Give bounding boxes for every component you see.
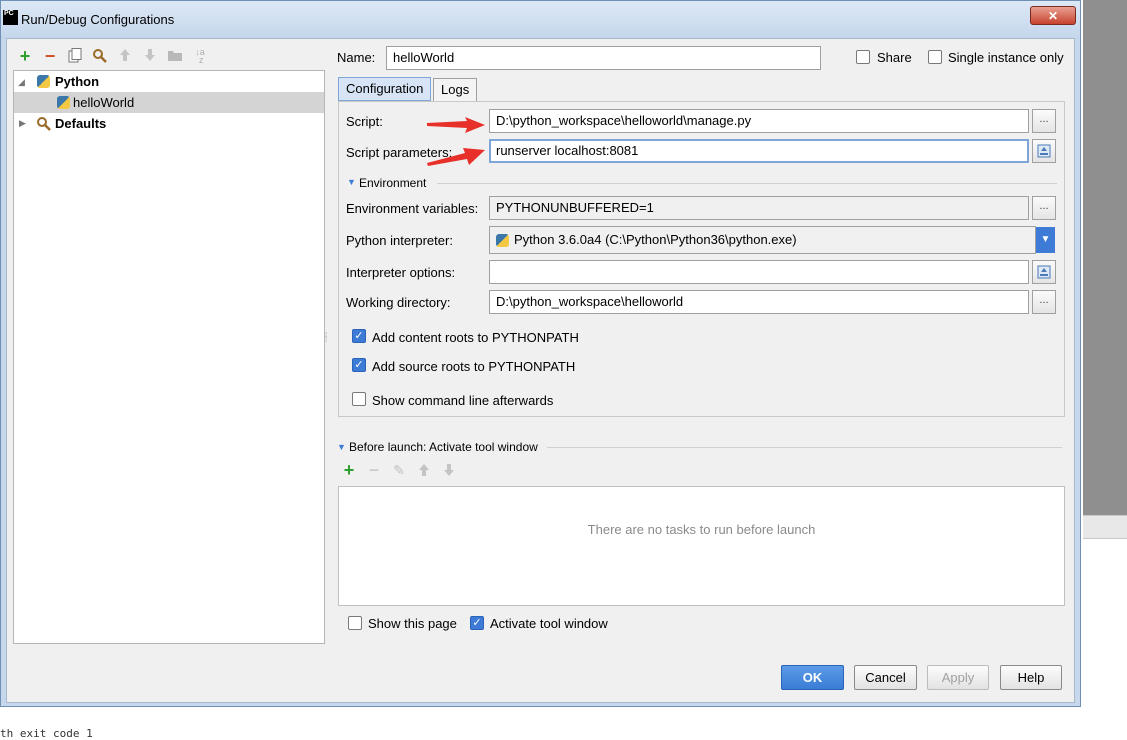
annotation-arrow-icon	[427, 117, 485, 133]
python-interpreter-select[interactable]: Python 3.6.0a4 (C:\Python\Python36\pytho…	[489, 226, 1036, 254]
background-strip	[1083, 515, 1127, 539]
wrench-icon	[36, 116, 51, 137]
tab-configuration[interactable]: Configuration	[338, 77, 432, 101]
script-input[interactable]: D:\python_workspace\helloworld\manage.py	[489, 109, 1029, 133]
tree-item-label: Defaults	[55, 116, 107, 131]
chevron-down-icon[interactable]: ▼	[1036, 227, 1055, 253]
python-icon	[496, 234, 509, 247]
settings-icon[interactable]	[92, 48, 108, 64]
activate-tool-window-checkbox[interactable]: ✓	[470, 616, 484, 630]
section-divider	[437, 183, 1057, 184]
window-title: Run/Debug Configurations	[21, 12, 175, 27]
annotation-arrow-icon	[427, 148, 485, 166]
show-command-line-label: Show command line afterwards	[372, 393, 554, 408]
before-launch-task-list[interactable]: There are no tasks to run before launch	[338, 486, 1065, 606]
section-divider	[547, 447, 1062, 448]
sort-icon[interactable]: ↓a z	[192, 48, 208, 65]
background-window	[1083, 0, 1127, 515]
python-interpreter-value: Python 3.6.0a4 (C:\Python\Python36\pytho…	[514, 232, 797, 247]
expand-icon	[1037, 144, 1051, 158]
move-up-icon[interactable]	[117, 48, 133, 64]
script-parameters-input[interactable]: runserver localhost:8081	[489, 139, 1029, 163]
expand-params-button[interactable]	[1032, 139, 1056, 163]
working-directory-label: Working directory:	[346, 295, 451, 310]
name-input[interactable]: helloWorld	[386, 46, 821, 70]
show-this-page-label: Show this page	[368, 616, 457, 631]
add-icon[interactable]: +	[17, 47, 33, 65]
tree-item-helloworld[interactable]: helloWorld	[14, 92, 324, 113]
configuration-tree[interactable]: ◢ Python helloWorld ▶ Defaults	[13, 70, 325, 644]
move-down-icon[interactable]	[142, 48, 158, 64]
tree-item-defaults[interactable]: ▶ Defaults	[14, 113, 324, 134]
activate-tool-window-label: Activate tool window	[490, 616, 608, 631]
workdir-browse-button[interactable]: ...	[1032, 290, 1056, 314]
interpreter-options-input[interactable]	[489, 260, 1029, 284]
splitter-handle[interactable]: ⁞ ⁞	[325, 332, 329, 348]
dialog-client-area: + − ↓a z ◢ Python helloWorld ▶ Defaults …	[6, 38, 1075, 703]
tab-logs[interactable]: Logs	[433, 78, 478, 102]
help-button[interactable]: Help	[1000, 665, 1062, 690]
close-button[interactable]: ✕	[1030, 6, 1076, 25]
environment-variables-input[interactable]: PYTHONUNBUFFERED=1	[489, 196, 1029, 220]
title-bar[interactable]: PC Run/Debug Configurations ✕	[1, 1, 1080, 39]
interpreter-options-label: Interpreter options:	[346, 265, 456, 280]
environment-section-label: Environment	[359, 176, 427, 190]
add-task-icon[interactable]: +	[341, 461, 357, 479]
show-this-page-checkbox[interactable]	[348, 616, 362, 630]
tree-item-python[interactable]: ◢ Python	[14, 71, 324, 92]
share-checkbox[interactable]	[856, 50, 870, 64]
env-vars-browse-button[interactable]: ...	[1032, 196, 1056, 220]
collapse-arrow-icon[interactable]: ▶	[19, 113, 26, 134]
tree-item-label: helloWorld	[73, 95, 135, 110]
dialog-window: PC Run/Debug Configurations ✕ + − ↓a z ◢	[0, 0, 1081, 707]
show-command-line-checkbox[interactable]	[352, 392, 366, 406]
ok-button[interactable]: OK	[781, 665, 844, 690]
tree-item-label: Python	[55, 74, 100, 89]
working-directory-input[interactable]: D:\python_workspace\helloworld	[489, 290, 1029, 314]
add-source-roots-label: Add source roots to PYTHONPATH	[372, 359, 576, 374]
script-label: Script:	[346, 114, 383, 129]
share-label: Share	[877, 50, 912, 65]
single-instance-label: Single instance only	[948, 50, 1064, 65]
add-source-roots-checkbox[interactable]: ✓	[352, 358, 366, 372]
add-content-roots-label: Add content roots to PYTHONPATH	[372, 330, 579, 345]
apply-button[interactable]: Apply	[927, 665, 989, 690]
pycharm-app-icon: PC	[3, 10, 18, 25]
edit-task-icon[interactable]: ✎	[391, 462, 407, 478]
name-label: Name:	[337, 50, 376, 65]
remove-icon[interactable]: −	[42, 47, 58, 65]
remove-task-icon[interactable]: −	[366, 461, 382, 479]
copy-icon[interactable]	[67, 48, 83, 64]
move-down-icon[interactable]	[441, 463, 457, 479]
python-icon	[57, 96, 70, 109]
cancel-button[interactable]: Cancel	[854, 665, 917, 690]
script-browse-button[interactable]: ...	[1032, 109, 1056, 133]
empty-list-message: There are no tasks to run before launch	[587, 522, 816, 537]
section-collapse-icon[interactable]: ▼	[337, 442, 346, 452]
move-up-icon[interactable]	[416, 463, 432, 479]
expand-icon	[1037, 265, 1051, 279]
environment-variables-label: Environment variables:	[346, 201, 479, 216]
background-console-text: th exit code 1	[0, 727, 93, 740]
single-instance-checkbox[interactable]	[928, 50, 942, 64]
python-icon	[37, 75, 50, 88]
expand-arrow-icon[interactable]: ◢	[18, 72, 25, 93]
folder-icon[interactable]	[167, 48, 183, 64]
add-content-roots-checkbox[interactable]: ✓	[352, 329, 366, 343]
expand-options-button[interactable]	[1032, 260, 1056, 284]
section-collapse-icon[interactable]: ▼	[347, 177, 356, 187]
python-interpreter-label: Python interpreter:	[346, 233, 453, 248]
before-launch-section-label: Before launch: Activate tool window	[349, 440, 538, 454]
